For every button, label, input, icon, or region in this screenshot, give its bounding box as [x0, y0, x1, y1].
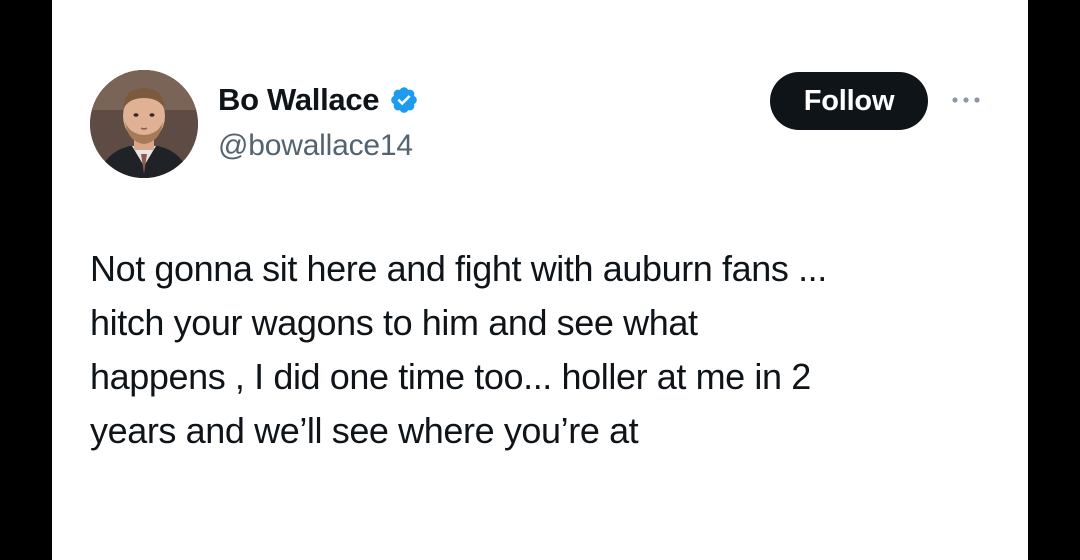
- author-handle[interactable]: @bowallace14: [218, 126, 413, 166]
- author-avatar[interactable]: [90, 70, 198, 178]
- follow-button[interactable]: Follow: [770, 72, 928, 130]
- verified-badge-icon[interactable]: [389, 85, 419, 115]
- tweet-text-line: years and we’ll see where you’re at: [90, 410, 639, 451]
- tweet-card: Bo Wallace @bowallace14 Follow Not gonna…: [52, 0, 1028, 560]
- screenshot-frame: Bo Wallace @bowallace14 Follow Not gonna…: [0, 0, 1080, 560]
- tweet-text-line: Not gonna sit here and fight with auburn…: [90, 248, 827, 289]
- author-name-row: Bo Wallace: [218, 80, 419, 120]
- tweet-text: Not gonna sit here and fight with auburn…: [90, 242, 990, 458]
- more-options-icon[interactable]: [946, 88, 986, 112]
- tweet-text-line: hitch your wagons to him and see what: [90, 302, 698, 343]
- author-display-name[interactable]: Bo Wallace: [218, 80, 380, 120]
- tweet-text-line: happens , I did one time too... holler a…: [90, 356, 811, 397]
- avatar-photo-icon: [90, 70, 198, 178]
